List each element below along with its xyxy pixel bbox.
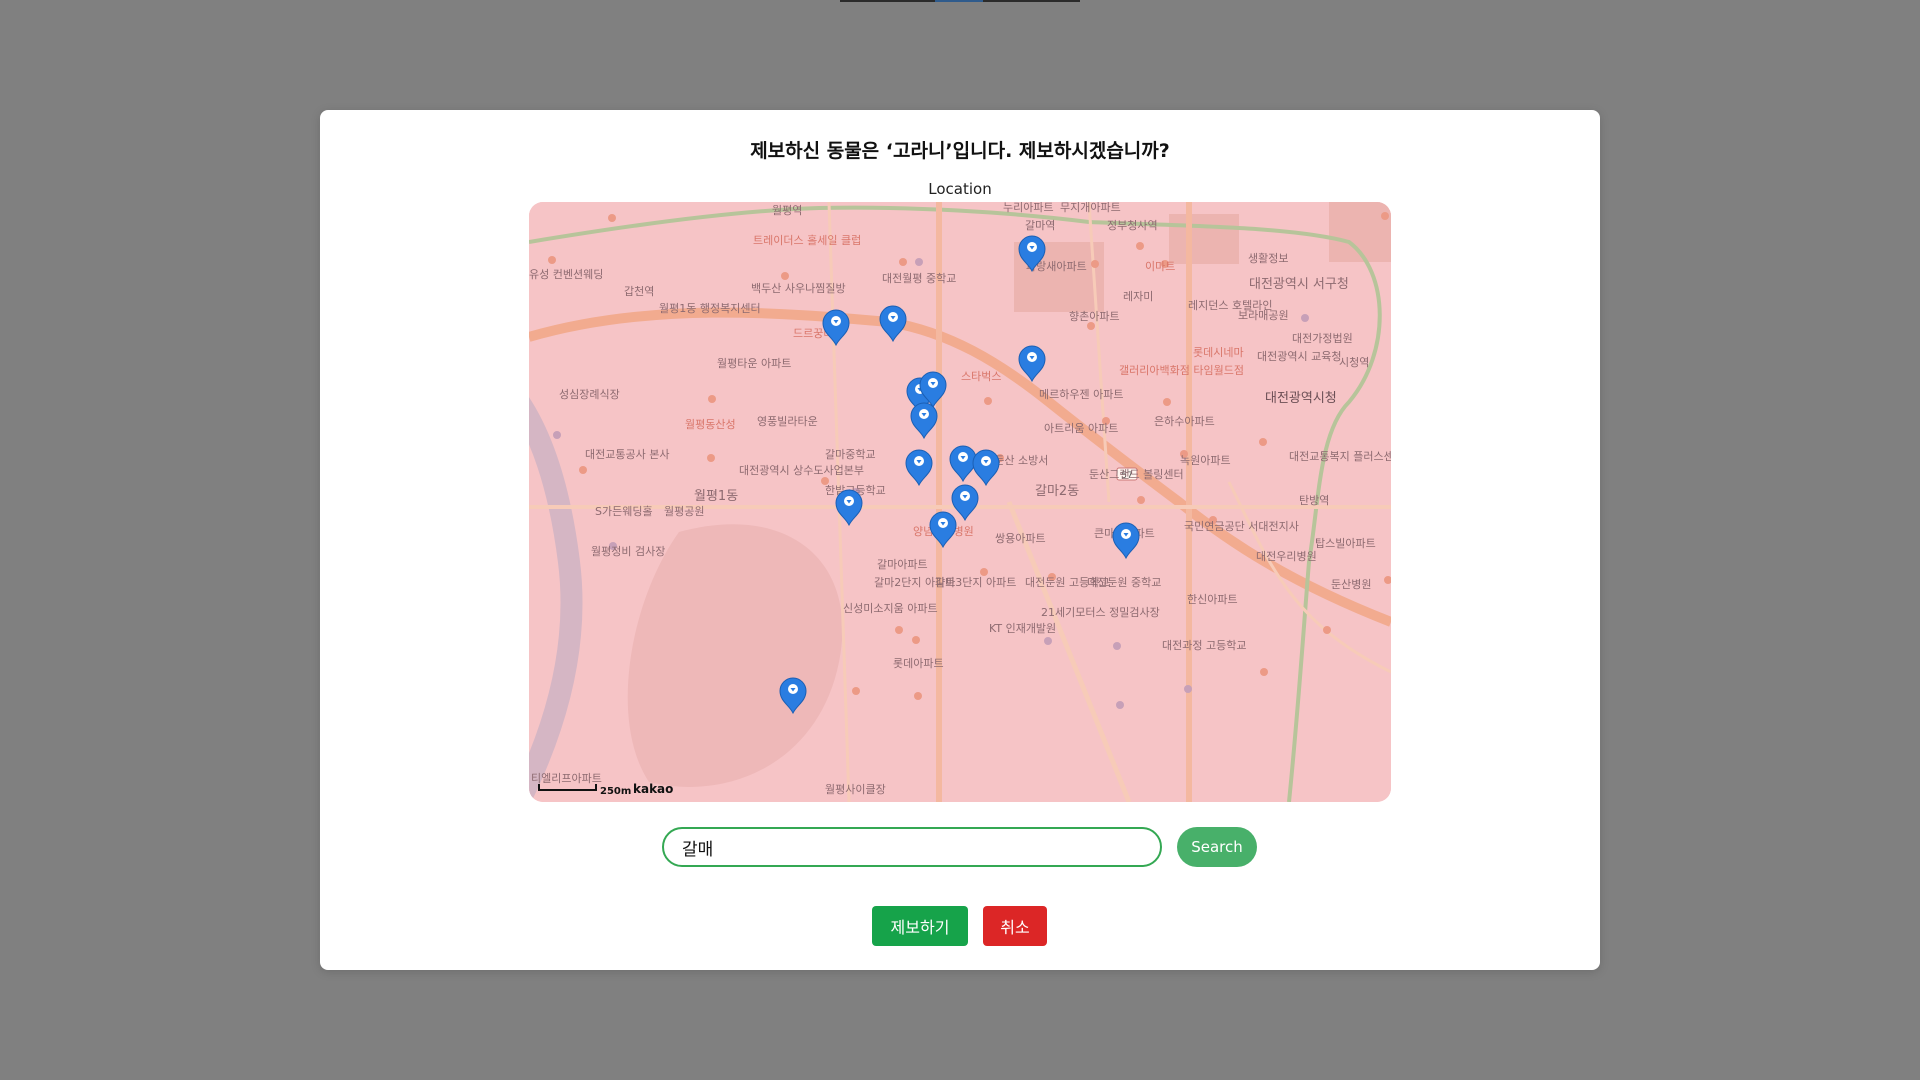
map-label: S가든웨딩홀 bbox=[595, 505, 653, 518]
map-label: 월평공원 bbox=[664, 505, 704, 518]
map-label: 갈마역 bbox=[1025, 218, 1055, 232]
submit-report-button[interactable]: 제보하기 bbox=[872, 906, 968, 946]
map-label: 대전우리병원 bbox=[1256, 550, 1317, 563]
map-label: 은하수아파트 bbox=[1154, 414, 1215, 428]
map-label: 둔산병원 bbox=[1331, 578, 1371, 591]
map-label: 월평1동 bbox=[694, 489, 738, 504]
map-label: 이마트 bbox=[1145, 260, 1175, 273]
map-label: 영풍빌라타운 bbox=[757, 415, 818, 428]
map-label: 대전광역시청 bbox=[1265, 391, 1337, 406]
map-label: 대전교통복지 플러스센터 bbox=[1289, 450, 1391, 463]
map-label: 대전과정 고등학교 bbox=[1162, 639, 1246, 652]
map-label: 신성미소지움 아파트 bbox=[843, 602, 938, 615]
map-label: 갈마중학교 bbox=[825, 447, 876, 461]
map-label: 메르하우젠 아파트 bbox=[1039, 387, 1123, 401]
page-top-accent bbox=[935, 0, 983, 2]
map-label: 갤러리아백화점 타임월드점 bbox=[1119, 364, 1244, 377]
map-label: 탄방역 bbox=[1299, 494, 1329, 507]
location-map[interactable]: 57 누리아파트 무지개아파트 갈마역 정부청사역 월평역 갑천역 유성 컨벤션… bbox=[529, 202, 1391, 802]
map-label: 대전가정법원 bbox=[1292, 332, 1353, 345]
map-label: 갈마아파트 bbox=[877, 557, 928, 571]
map-label: 21세기모터스 정밀검사장 bbox=[1041, 606, 1160, 619]
map-label: 갑천역 bbox=[624, 284, 654, 298]
map-label: 트레이더스 홀세일 클럽 bbox=[753, 233, 861, 247]
map-label: 대전둔원 중학교 bbox=[1087, 576, 1161, 589]
map-label: 둔산그랜드 볼링센터 bbox=[1089, 468, 1184, 481]
kakao-logo: kakao bbox=[633, 782, 673, 796]
map-label: 대전광역시 서구청 bbox=[1249, 277, 1349, 292]
map-label: 롯데아파트 bbox=[893, 657, 944, 670]
map-label: 레자미 bbox=[1123, 290, 1153, 303]
cancel-button[interactable]: 취소 bbox=[983, 906, 1047, 946]
location-label: Location bbox=[928, 180, 992, 198]
map-label: 대전광역시 교육청 bbox=[1257, 350, 1341, 363]
search-input[interactable] bbox=[662, 827, 1162, 867]
map-label: 롯데시네마 bbox=[1193, 346, 1244, 359]
map-canvas[interactable]: 57 누리아파트 무지개아파트 갈마역 정부청사역 월평역 갑천역 유성 컨벤션… bbox=[529, 202, 1391, 802]
map-label: 대전광역시 상수도사업본부 bbox=[739, 464, 864, 477]
map-label: 백두산 사우나찜질방 bbox=[751, 282, 846, 295]
report-confirm-modal: 제보하신 동물은 ‘고라니’입니다. 제보하시겠습니까? Location 57… bbox=[320, 110, 1600, 970]
map-label: 월평정비 검사장 bbox=[591, 545, 665, 558]
map-label: 누리아파트 bbox=[1003, 202, 1054, 214]
map-label: 정부청사역 bbox=[1107, 219, 1158, 232]
dialog-title: 제보하신 동물은 ‘고라니’입니다. 제보하시겠습니까? bbox=[750, 140, 1170, 162]
map-label: 월평사이클장 bbox=[825, 783, 886, 796]
map-label: 보라매공원 bbox=[1238, 309, 1289, 322]
map-label: 시청역 bbox=[1339, 356, 1369, 369]
map-scale-label: 250m bbox=[600, 786, 631, 797]
map-label: 대전교통공사 본사 bbox=[585, 448, 669, 461]
map-label: 아트리움 아파트 bbox=[1044, 422, 1118, 435]
map-label: KT 인재개발원 bbox=[989, 622, 1056, 635]
map-label: 성심장례식장 bbox=[559, 388, 620, 401]
map-label: 티엘리프아파트 bbox=[531, 772, 602, 785]
map-label: 갈마2동 bbox=[1035, 484, 1079, 499]
map-label: 생활정보 bbox=[1248, 251, 1288, 265]
search-button[interactable]: Search bbox=[1177, 827, 1257, 867]
map-label: 갈마3단지 아파트 bbox=[935, 575, 1016, 589]
map-label: 대전월평 중학교 bbox=[882, 272, 956, 285]
map-label: 월평1동 행정복지센터 bbox=[659, 302, 761, 315]
map-label: 국민연금공단 서대전지사 bbox=[1184, 520, 1299, 533]
map-block-area bbox=[1169, 214, 1239, 264]
map-label: 유성 컨벤션웨딩 bbox=[529, 268, 603, 281]
map-label: 월평역 bbox=[772, 204, 802, 217]
map-label: 녹원아파트 bbox=[1180, 454, 1231, 467]
map-label: 향촌아파트 bbox=[1069, 310, 1120, 323]
map-label: 월평동산성 bbox=[685, 418, 736, 431]
map-label: 월평타운 아파트 bbox=[717, 357, 791, 370]
page-top-strip bbox=[840, 0, 1080, 2]
map-label: 쌍용아파트 bbox=[995, 532, 1046, 545]
map-label: 스타벅스 bbox=[961, 370, 1001, 383]
map-label: 한신아파트 bbox=[1187, 593, 1238, 606]
map-label: 탑스빌아파트 bbox=[1315, 537, 1376, 550]
map-label: 무지개아파트 bbox=[1060, 202, 1121, 214]
